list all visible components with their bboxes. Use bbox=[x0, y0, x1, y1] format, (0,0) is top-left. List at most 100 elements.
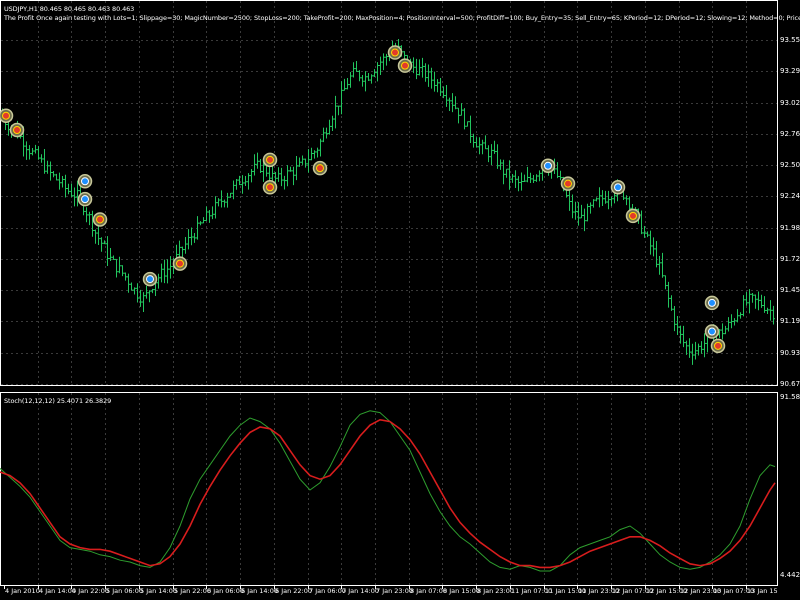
price-tick-label: 90.935 bbox=[780, 348, 800, 357]
price-bar bbox=[655, 241, 658, 268]
price-bar bbox=[658, 255, 661, 275]
price-bar bbox=[85, 207, 88, 223]
price-bar bbox=[55, 173, 58, 181]
price-tick-label: 92.505 bbox=[780, 160, 800, 169]
price-bar bbox=[646, 231, 649, 238]
price-bar bbox=[148, 290, 151, 303]
price-bar bbox=[664, 275, 667, 290]
sell-order-marker[interactable] bbox=[0, 108, 14, 123]
symbol-header: USDJPY,H1 80.465 80.465 80.463 80.463 bbox=[4, 5, 135, 13]
time-tick-label: 7 Jan 23:00 bbox=[376, 587, 414, 595]
price-bar bbox=[97, 223, 100, 245]
price-bar bbox=[640, 210, 643, 235]
price-bar bbox=[202, 217, 205, 224]
price-bar bbox=[739, 312, 742, 319]
price-bar bbox=[769, 300, 772, 321]
price-bar bbox=[43, 149, 46, 174]
buy-order-marker[interactable] bbox=[142, 271, 158, 287]
price-bar bbox=[439, 78, 442, 97]
price-bar bbox=[58, 172, 61, 190]
sell-order-marker[interactable] bbox=[625, 208, 641, 224]
price-bar bbox=[349, 72, 352, 88]
price-bar bbox=[367, 72, 370, 81]
price-bar bbox=[607, 190, 610, 210]
sell-order-marker[interactable] bbox=[387, 45, 403, 60]
sell-order-marker[interactable] bbox=[312, 160, 328, 176]
price-bar bbox=[403, 51, 406, 60]
price-bar bbox=[73, 187, 76, 207]
price-tick-label: 93.555 bbox=[780, 35, 800, 44]
price-bar bbox=[301, 155, 304, 165]
price-bar bbox=[49, 161, 52, 181]
sell-order-marker[interactable] bbox=[710, 338, 726, 354]
price-bar bbox=[745, 292, 748, 306]
price-bar bbox=[235, 178, 238, 190]
price-bar bbox=[436, 79, 439, 93]
chart-window[interactable]: USDJPY,H1 80.465 80.465 80.463 80.463 Th… bbox=[0, 0, 800, 600]
price-bar bbox=[283, 175, 286, 190]
price-bar bbox=[676, 316, 679, 335]
price-bar bbox=[424, 63, 427, 82]
sell-order-marker[interactable] bbox=[560, 176, 576, 191]
price-bar bbox=[460, 103, 463, 116]
buy-order-marker[interactable] bbox=[704, 324, 720, 339]
buy-order-marker[interactable] bbox=[77, 174, 93, 189]
price-bar bbox=[517, 176, 520, 192]
price-bar bbox=[292, 166, 295, 186]
price-bar bbox=[118, 256, 121, 274]
sell-order-marker[interactable] bbox=[397, 58, 413, 73]
price-bar bbox=[583, 208, 586, 232]
price-chart[interactable] bbox=[0, 0, 800, 600]
price-tick-label: 91.720 bbox=[780, 254, 800, 263]
price-bar bbox=[721, 323, 724, 340]
price-bar bbox=[241, 175, 244, 194]
buy-order-marker[interactable] bbox=[704, 295, 720, 311]
price-bar bbox=[742, 295, 745, 317]
price-bar bbox=[94, 229, 97, 244]
price-bar bbox=[469, 115, 472, 144]
price-bar bbox=[46, 160, 49, 174]
price-bar bbox=[298, 157, 301, 167]
price-bar bbox=[184, 237, 187, 254]
price-bar bbox=[277, 167, 280, 182]
price-bar bbox=[724, 325, 727, 335]
price-bar bbox=[601, 190, 604, 206]
time-tick-label: 4 Jan 22:00 bbox=[72, 587, 110, 595]
price-bar bbox=[514, 170, 517, 189]
sell-order-marker[interactable] bbox=[92, 212, 108, 227]
price-bar bbox=[52, 171, 55, 178]
price-bar bbox=[610, 196, 613, 207]
sell-order-marker[interactable] bbox=[262, 180, 278, 195]
price-bar bbox=[598, 187, 601, 208]
buy-order-marker[interactable] bbox=[77, 191, 93, 207]
price-bar bbox=[757, 291, 760, 311]
price-bar bbox=[220, 190, 223, 208]
price-bar bbox=[70, 183, 73, 198]
buy-order-marker[interactable] bbox=[610, 180, 626, 195]
price-tick-label: 90.670 bbox=[780, 379, 800, 388]
price-bar bbox=[385, 53, 388, 66]
price-bar bbox=[484, 135, 487, 150]
price-bar bbox=[133, 287, 136, 295]
time-tick-label: 4 Jan 2010 bbox=[5, 587, 40, 595]
price-bar bbox=[364, 71, 367, 92]
price-bar bbox=[574, 201, 577, 220]
price-bar bbox=[412, 57, 415, 74]
sell-order-marker[interactable] bbox=[262, 152, 278, 168]
buy-order-marker[interactable] bbox=[540, 158, 556, 174]
price-bar bbox=[703, 333, 706, 358]
stochastic-tick-label: 91.589 bbox=[780, 393, 800, 401]
price-bar bbox=[685, 340, 688, 355]
price-bar bbox=[454, 96, 457, 110]
price-bar bbox=[580, 204, 583, 219]
price-bar bbox=[430, 67, 433, 89]
price-bar bbox=[700, 341, 703, 354]
price-bar bbox=[328, 119, 331, 135]
price-bar bbox=[523, 174, 526, 182]
sell-order-marker[interactable] bbox=[9, 122, 25, 138]
price-bar bbox=[571, 194, 574, 219]
time-tick-label: 7 Jan 14:00 bbox=[342, 587, 380, 595]
sell-order-marker[interactable] bbox=[172, 256, 188, 271]
price-bar bbox=[295, 156, 298, 181]
price-bar bbox=[166, 259, 169, 284]
